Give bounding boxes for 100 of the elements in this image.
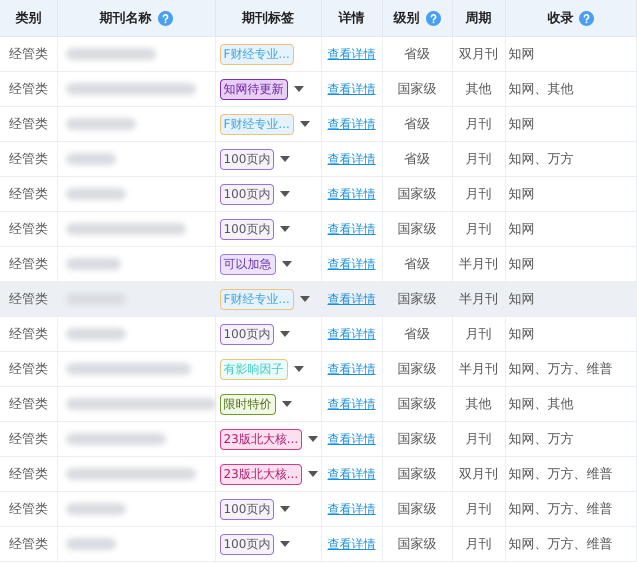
- blurred-text: [66, 502, 126, 515]
- level-text: 国家级: [398, 432, 436, 447]
- journal-tag[interactable]: F财经专业...: [220, 114, 294, 134]
- details-link[interactable]: 查看详情: [328, 82, 376, 96]
- column-header: 详情: [338, 10, 364, 27]
- help-icon[interactable]: [426, 10, 440, 26]
- journal-tag[interactable]: 100页内: [220, 148, 274, 170]
- journal-tag[interactable]: 知网待更新: [220, 78, 288, 100]
- journal-tag[interactable]: 100页内: [220, 498, 274, 520]
- caret-icon[interactable]: [308, 436, 318, 442]
- level-text: 国家级: [398, 222, 436, 237]
- caret-icon[interactable]: [280, 541, 290, 547]
- caret-icon[interactable]: [282, 261, 292, 267]
- details-link[interactable]: 查看详情: [328, 326, 376, 340]
- column-header: 级别: [394, 10, 420, 27]
- help-icon[interactable]: [579, 10, 594, 26]
- journal-tag[interactable]: F财经专业...: [220, 44, 294, 64]
- column-header: 收录: [547, 10, 574, 27]
- category-text: 经管类: [8, 292, 48, 307]
- level-text: 省级: [404, 327, 430, 342]
- caret-icon[interactable]: [280, 506, 290, 512]
- period-text: 月刊: [466, 222, 492, 237]
- blurred-text: [66, 258, 120, 270]
- period-text: 双月刊: [459, 47, 498, 62]
- period-text: 月刊: [466, 502, 492, 517]
- journal-tag[interactable]: 23版北大核...: [220, 428, 302, 450]
- period-text: 半月刊: [459, 362, 498, 377]
- category-text: 经管类: [8, 82, 48, 97]
- index-text: 知网、其他: [508, 397, 574, 412]
- level-text: 国家级: [398, 292, 436, 307]
- journal-tag[interactable]: 可以加急: [220, 254, 276, 274]
- journal-tag[interactable]: 有影响因子: [220, 358, 288, 380]
- index-text: 知网: [508, 187, 534, 202]
- details-link[interactable]: 查看详情: [328, 222, 376, 236]
- category-text: 经管类: [8, 537, 48, 552]
- caret-icon[interactable]: [280, 156, 290, 162]
- details-link[interactable]: 查看详情: [328, 186, 376, 200]
- period-text: 其他: [466, 397, 492, 412]
- details-link[interactable]: 查看详情: [328, 502, 376, 516]
- index-text: 知网: [508, 117, 534, 132]
- blurred-text: [66, 328, 126, 340]
- journal-tag[interactable]: 限时特价: [220, 394, 276, 414]
- caret-icon[interactable]: [300, 296, 310, 302]
- caret-icon[interactable]: [294, 366, 304, 372]
- category-text: 经管类: [8, 117, 48, 132]
- column-header: 期刊名称: [100, 10, 152, 27]
- caret-icon[interactable]: [280, 226, 290, 232]
- help-icon[interactable]: [158, 10, 172, 26]
- category-text: 经管类: [8, 432, 48, 447]
- caret-icon[interactable]: [294, 86, 304, 92]
- period-text: 双月刊: [459, 467, 498, 482]
- category-text: 经管类: [8, 397, 48, 412]
- index-text: 知网、万方: [508, 432, 574, 447]
- caret-icon[interactable]: [308, 471, 318, 477]
- caret-icon[interactable]: [280, 191, 290, 197]
- index-text: 知网、万方: [508, 152, 574, 167]
- details-link[interactable]: 查看详情: [328, 152, 376, 166]
- details-link[interactable]: 查看详情: [328, 292, 376, 306]
- details-link[interactable]: 查看详情: [328, 46, 376, 60]
- caret-icon[interactable]: [282, 401, 292, 407]
- details-link[interactable]: 查看详情: [328, 256, 376, 270]
- period-text: 月刊: [466, 327, 492, 342]
- index-text: 知网、万方、维普: [508, 502, 612, 517]
- level-text: 国家级: [398, 82, 436, 97]
- journal-tag[interactable]: 100页内: [220, 218, 274, 240]
- index-text: 知网、万方、维普: [508, 467, 612, 482]
- period-text: 月刊: [466, 432, 492, 447]
- level-text: 省级: [404, 47, 430, 62]
- period-text: 半月刊: [459, 292, 498, 307]
- category-text: 经管类: [8, 327, 48, 342]
- level-text: 国家级: [398, 502, 436, 517]
- details-link[interactable]: 查看详情: [328, 536, 376, 550]
- journal-tag[interactable]: 100页内: [220, 324, 274, 344]
- period-text: 月刊: [466, 537, 492, 552]
- caret-icon[interactable]: [300, 121, 310, 127]
- blurred-text: [66, 152, 116, 165]
- level-text: 省级: [404, 257, 430, 272]
- journal-tag[interactable]: 100页内: [220, 184, 274, 204]
- level-text: 国家级: [398, 397, 436, 412]
- index-text: 知网: [508, 292, 534, 307]
- journal-tag[interactable]: 100页内: [220, 534, 274, 554]
- category-text: 经管类: [8, 362, 48, 377]
- journal-tag[interactable]: F财经专业...: [220, 288, 294, 310]
- category-text: 经管类: [8, 257, 48, 272]
- details-link[interactable]: 查看详情: [328, 432, 376, 446]
- category-text: 经管类: [8, 222, 48, 237]
- details-link[interactable]: 查看详情: [328, 116, 376, 130]
- details-link[interactable]: 查看详情: [328, 362, 376, 376]
- index-text: 知网: [508, 257, 534, 272]
- index-text: 知网: [508, 222, 534, 237]
- details-link[interactable]: 查看详情: [328, 396, 376, 410]
- category-text: 经管类: [8, 152, 48, 167]
- details-link[interactable]: 查看详情: [328, 466, 376, 480]
- blurred-text: [66, 118, 136, 130]
- journal-tag[interactable]: 23版北大核...: [220, 464, 302, 484]
- caret-icon[interactable]: [280, 331, 290, 337]
- index-text: 知网、万方、维普: [508, 362, 612, 377]
- blurred-text: [66, 538, 116, 550]
- index-text: 知网: [508, 327, 534, 342]
- category-text: 经管类: [8, 467, 48, 482]
